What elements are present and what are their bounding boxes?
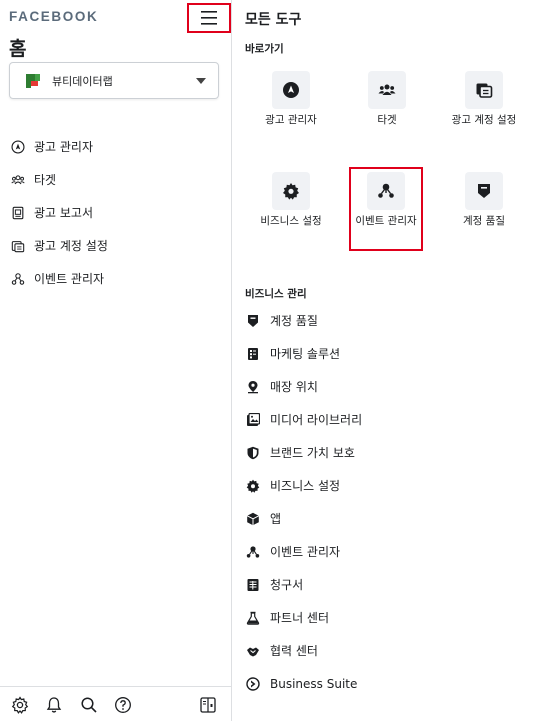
billing-icon xyxy=(245,577,261,593)
account-quality-icon xyxy=(465,172,503,210)
page-title: 홈 xyxy=(9,38,27,60)
hamburger-icon xyxy=(201,11,217,25)
apps-icon xyxy=(245,511,261,527)
shortcut-label: 비즈니스 설정 xyxy=(260,215,322,227)
shortcut-label: 계정 품질 xyxy=(463,215,505,227)
nav-item-audience[interactable]: 타겟 xyxy=(9,163,224,196)
tool-label: 미디어 라이브러리 xyxy=(270,413,363,427)
business-suite-icon xyxy=(245,676,261,692)
help-icon[interactable] xyxy=(113,695,133,715)
business-settings-icon xyxy=(245,478,261,494)
notifications-icon[interactable] xyxy=(44,695,64,715)
shortcut-label: 이벤트 관리자 xyxy=(355,215,417,227)
business-management-heading: 비즈니스 관리 xyxy=(245,288,307,300)
shortcut-label: 광고 관리자 xyxy=(265,114,317,126)
nav-item-ad-account-settings[interactable]: 광고 계정 설정 xyxy=(9,229,224,262)
events-manager-icon xyxy=(9,270,27,288)
nav-item-label: 광고 계정 설정 xyxy=(34,239,108,253)
shortcut-audience[interactable]: 타겟 xyxy=(347,71,427,128)
tool-label: 파트너 센터 xyxy=(270,611,330,625)
tool-label: 계정 품질 xyxy=(270,314,318,328)
brand-safety-icon xyxy=(245,445,261,461)
search-icon[interactable] xyxy=(79,695,99,715)
nav-item-label: 이벤트 관리자 xyxy=(34,272,105,286)
tool-label: 마케팅 솔루션 xyxy=(270,347,341,361)
tool-label: 비즈니스 설정 xyxy=(270,479,341,493)
ad-account-settings-icon xyxy=(465,71,503,109)
tool-label: 협력 센터 xyxy=(270,644,318,658)
tool-label: Business Suite xyxy=(270,676,358,691)
audience-icon xyxy=(368,71,406,109)
business-account-selector[interactable]: 뷰티데이터랩 xyxy=(9,62,219,99)
nav-item-label: 광고 관리자 xyxy=(34,140,94,154)
left-nav-list: 광고 관리자 타겟 광고 보고서 광고 계정 설정 이벤트 관리자 xyxy=(9,130,224,295)
account-quality-icon xyxy=(245,313,261,329)
hamburger-menu-button[interactable] xyxy=(187,3,231,33)
tool-business-suite[interactable]: Business Suite xyxy=(245,667,535,700)
nav-item-label: 타겟 xyxy=(34,173,57,187)
tool-label: 매장 위치 xyxy=(270,380,318,394)
shortcut-label: 타겟 xyxy=(377,114,397,126)
partner-center-icon xyxy=(245,610,261,626)
business-tools-list: 계정 품질 마케팅 솔루션 매장 위치 미디어 라이브러리 브랜드 가치 보호 … xyxy=(245,304,535,700)
tool-label: 브랜드 가치 보호 xyxy=(270,446,355,460)
tool-brand-safety[interactable]: 브랜드 가치 보호 xyxy=(245,436,535,469)
tool-label: 앱 xyxy=(270,512,282,526)
settings-icon[interactable] xyxy=(10,695,30,715)
tool-label: 이벤트 관리자 xyxy=(270,545,341,559)
tool-collaboration-center[interactable]: 협력 센터 xyxy=(245,634,535,667)
shortcut-account-quality[interactable]: 계정 품질 xyxy=(444,172,524,229)
shortcut-ads-manager[interactable]: 광고 관리자 xyxy=(251,71,331,128)
tool-partner-center[interactable]: 파트너 센터 xyxy=(245,601,535,634)
shortcuts-heading: 바로가기 xyxy=(245,43,284,55)
tool-business-settings[interactable]: 비즈니스 설정 xyxy=(245,469,535,502)
tool-account-quality[interactable]: 계정 품질 xyxy=(245,304,535,337)
ads-report-icon xyxy=(9,204,27,222)
left-navigation-pane: FACEBOOK 홈 뷰티데이터랩 광고 관리자 타겟 광고 보고서 광고 계정… xyxy=(0,0,232,721)
shortcut-ad-account-settings[interactable]: 광고 계정 설정 xyxy=(444,71,524,128)
panel-toggle-icon[interactable] xyxy=(198,695,218,715)
nav-item-ads-report[interactable]: 광고 보고서 xyxy=(9,196,224,229)
chevron-down-icon xyxy=(196,78,206,84)
audience-icon xyxy=(9,171,27,189)
all-tools-pane: 모든 도구 바로가기 광고 관리자 타겟 광고 계정 설정 비즈니스 설정 이벤… xyxy=(233,0,540,721)
tool-apps[interactable]: 앱 xyxy=(245,502,535,535)
shortcut-label: 광고 계정 설정 xyxy=(451,114,517,126)
collaboration-center-icon xyxy=(245,643,261,659)
events-manager-icon xyxy=(367,172,405,210)
nav-item-ads-manager[interactable]: 광고 관리자 xyxy=(9,130,224,163)
business-account-name: 뷰티데이터랩 xyxy=(52,74,113,88)
marketing-solutions-icon xyxy=(245,346,261,362)
media-library-icon xyxy=(245,412,261,428)
tool-label: 청구서 xyxy=(270,578,304,592)
bottom-toolbar xyxy=(0,686,232,721)
shortcut-events-manager[interactable]: 이벤트 관리자 xyxy=(349,167,423,251)
shortcut-business-settings[interactable]: 비즈니스 설정 xyxy=(251,172,331,229)
tool-marketing-solutions[interactable]: 마케팅 솔루션 xyxy=(245,337,535,370)
tool-store-location[interactable]: 매장 위치 xyxy=(245,370,535,403)
tool-billing[interactable]: 청구서 xyxy=(245,568,535,601)
business-settings-icon xyxy=(272,172,310,210)
nav-item-events-manager[interactable]: 이벤트 관리자 xyxy=(9,262,224,295)
events-manager-icon xyxy=(245,544,261,560)
tool-events-manager[interactable]: 이벤트 관리자 xyxy=(245,535,535,568)
tool-media-library[interactable]: 미디어 라이브러리 xyxy=(245,403,535,436)
ad-account-settings-icon xyxy=(9,237,27,255)
ads-manager-icon xyxy=(272,71,310,109)
all-tools-title: 모든 도구 xyxy=(245,12,302,28)
facebook-logo[interactable]: FACEBOOK xyxy=(9,9,98,24)
store-location-icon xyxy=(245,379,261,395)
business-avatar-icon xyxy=(24,71,42,90)
nav-item-label: 광고 보고서 xyxy=(34,206,94,220)
ads-manager-icon xyxy=(9,138,27,156)
